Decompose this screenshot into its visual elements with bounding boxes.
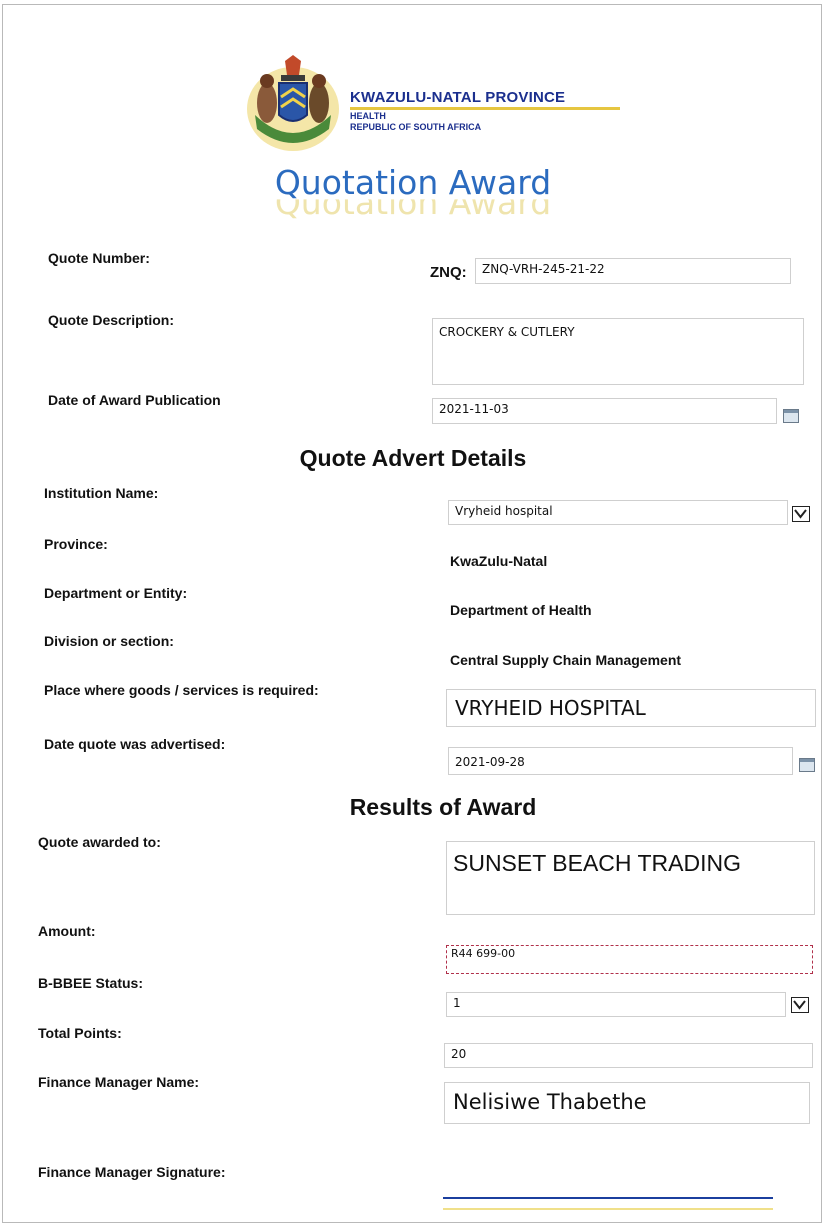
quotation-award-form: KWAZULU-NATAL PROVINCE HEALTH REPUBLIC O… xyxy=(2,4,822,1223)
coat-of-arms-icon xyxy=(241,53,345,157)
total-points-label: Total Points: xyxy=(38,1025,122,1041)
republic-subheading: REPUBLIC OF SOUTH AFRICA xyxy=(350,122,482,132)
total-points-field[interactable]: 20 xyxy=(444,1043,813,1068)
awarded-to-label: Quote awarded to: xyxy=(38,834,161,850)
chevron-down-icon[interactable] xyxy=(792,506,810,522)
quote-number-prefix: ZNQ: xyxy=(430,264,467,281)
province-heading: KWAZULU-NATAL PROVINCE xyxy=(350,89,566,106)
bbbee-label: B-BBEE Status: xyxy=(38,975,144,991)
place-field[interactable]: VRYHEID HOSPITAL xyxy=(446,689,816,727)
amount-label: Amount: xyxy=(38,923,96,939)
calendar-icon[interactable] xyxy=(799,758,815,772)
institution-select[interactable]: Vryheid hospital xyxy=(448,500,788,525)
division-label: Division or section: xyxy=(44,633,174,649)
health-subheading: HEALTH xyxy=(350,111,386,121)
advertised-date-field[interactable]: 2021-09-28 xyxy=(448,747,793,775)
finance-manager-signature-label: Finance Manager Signature: xyxy=(38,1164,226,1180)
page-title: Quotation Award xyxy=(274,163,552,202)
signature-line[interactable] xyxy=(443,1197,773,1199)
quote-description-field[interactable]: CROCKERY & CUTLERY xyxy=(432,318,804,385)
province-label: Province: xyxy=(44,536,108,552)
bbbee-select[interactable]: 1 xyxy=(446,992,786,1017)
signature-underline xyxy=(443,1208,773,1210)
chevron-down-icon[interactable] xyxy=(791,997,809,1013)
department-value: Department of Health xyxy=(450,602,592,618)
results-heading: Results of Award xyxy=(349,794,537,820)
calendar-icon[interactable] xyxy=(783,409,799,423)
award-date-field[interactable]: 2021-11-03 xyxy=(432,398,777,424)
award-date-label: Date of Award Publication xyxy=(48,392,221,408)
quote-description-label: Quote Description: xyxy=(48,312,175,328)
finance-manager-name-label: Finance Manager Name: xyxy=(38,1074,200,1090)
department-label: Department or Entity: xyxy=(44,585,188,601)
quote-number-label: Quote Number: xyxy=(48,250,150,266)
institution-label: Institution Name: xyxy=(44,485,159,501)
quote-number-field[interactable]: ZNQ-VRH-245-21-22 xyxy=(475,258,791,284)
header-rule xyxy=(350,107,620,110)
finance-manager-name-field[interactable]: Nelisiwe Thabethe xyxy=(444,1082,810,1124)
awarded-to-field[interactable]: SUNSET BEACH TRADING xyxy=(446,841,815,915)
amount-field[interactable]: R44 699-00 xyxy=(446,945,813,974)
province-value: KwaZulu-Natal xyxy=(450,553,548,569)
advertised-date-label: Date quote was advertised: xyxy=(44,736,226,752)
division-value: Central Supply Chain Management xyxy=(450,652,682,668)
advert-details-heading: Quote Advert Details xyxy=(299,445,527,471)
place-label: Place where goods / services is required… xyxy=(44,682,319,698)
